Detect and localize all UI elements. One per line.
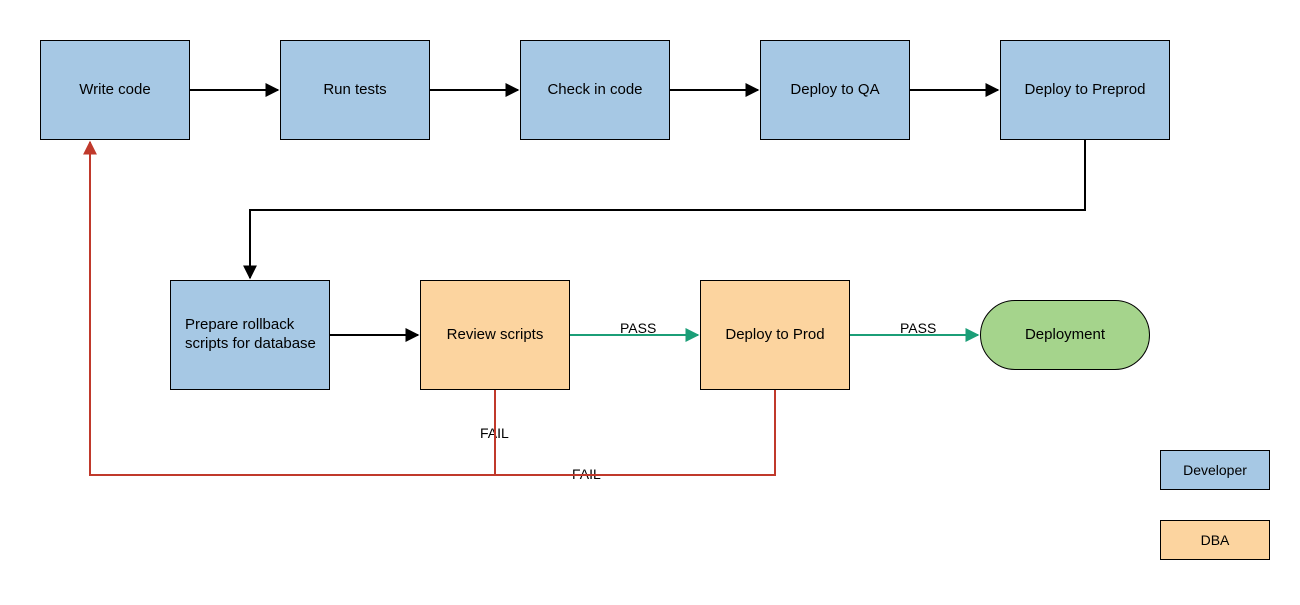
node-deploy-preprod: Deploy to Preprod xyxy=(1000,40,1170,140)
node-write-code: Write code xyxy=(40,40,190,140)
node-prepare-rollback: Prepare rollback scripts for database xyxy=(170,280,330,390)
node-deploy-qa: Deploy to QA xyxy=(760,40,910,140)
node-label: Review scripts xyxy=(447,326,544,345)
node-label: Deploy to Preprod xyxy=(1025,81,1146,100)
node-label: Prepare rollback scripts for database xyxy=(185,316,321,354)
legend-label: DBA xyxy=(1201,532,1230,548)
edge-label-fail-deploy: FAIL xyxy=(572,466,601,482)
edge-label-fail-review: FAIL xyxy=(480,425,509,441)
node-label: Deploy to Prod xyxy=(725,326,824,345)
node-check-in-code: Check in code xyxy=(520,40,670,140)
legend-developer: Developer xyxy=(1160,450,1270,490)
node-run-tests: Run tests xyxy=(280,40,430,140)
node-label: Run tests xyxy=(323,81,386,100)
edge-label-pass-review: PASS xyxy=(620,320,656,336)
node-review-scripts: Review scripts xyxy=(420,280,570,390)
edge-deployprod-fail xyxy=(495,390,775,475)
edge-preprod-to-rollback xyxy=(250,140,1085,278)
node-label: Write code xyxy=(79,81,150,100)
node-deployment-terminal: Deployment xyxy=(980,300,1150,370)
node-label: Check in code xyxy=(547,81,642,100)
edge-label-pass-deploy: PASS xyxy=(900,320,936,336)
legend-label: Developer xyxy=(1183,462,1247,478)
node-deploy-prod: Deploy to Prod xyxy=(700,280,850,390)
node-label: Deploy to QA xyxy=(790,81,879,100)
legend-dba: DBA xyxy=(1160,520,1270,560)
node-label: Deployment xyxy=(1025,326,1105,345)
